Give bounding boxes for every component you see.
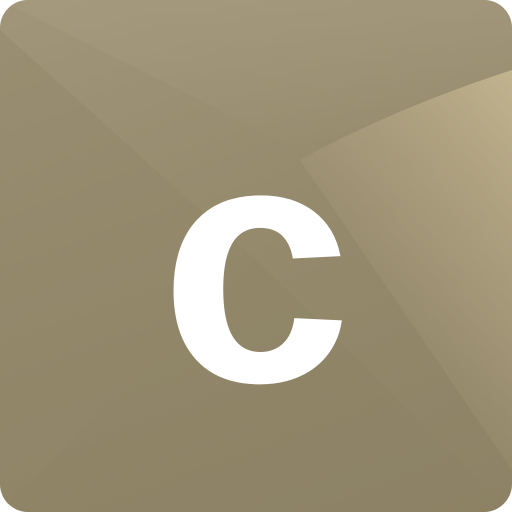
letter-glyph: c	[160, 70, 352, 455]
app-icon[interactable]: c	[0, 0, 512, 512]
app-letter: c	[160, 70, 352, 455]
